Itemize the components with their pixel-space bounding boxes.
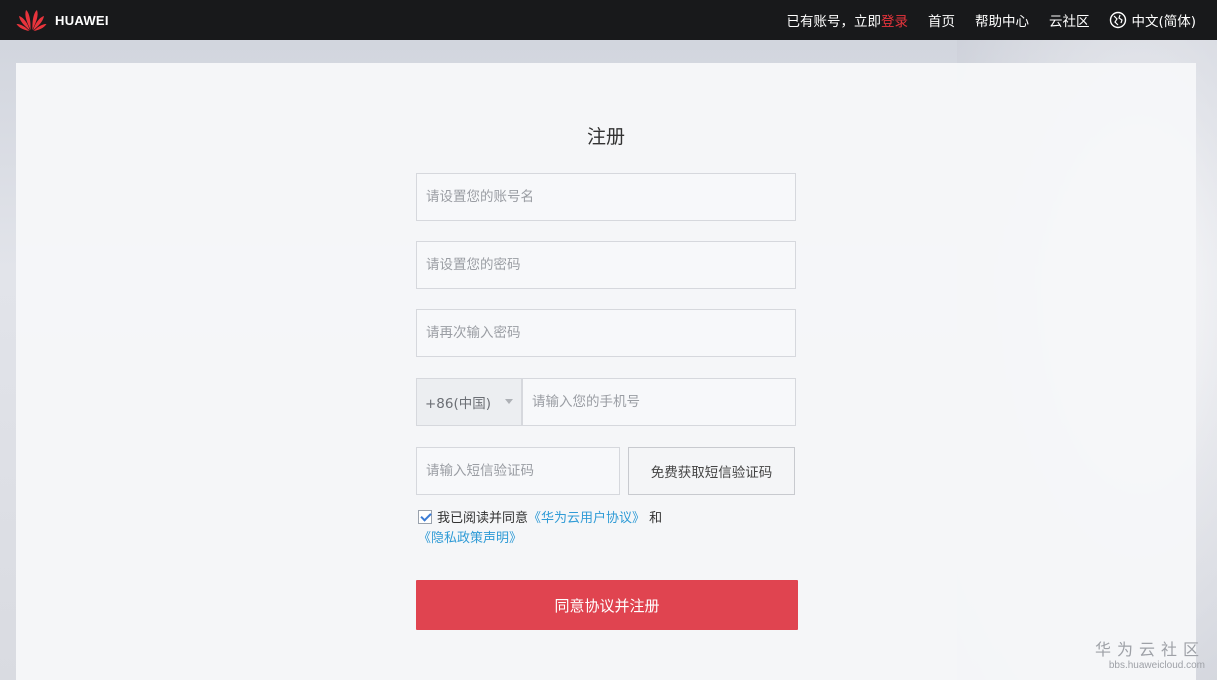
password-input[interactable] — [426, 257, 795, 273]
language-selector[interactable]: 中文(简体) — [1109, 10, 1196, 30]
get-sms-code-button[interactable]: 免费获取短信验证码 — [628, 447, 795, 495]
globe-icon — [1110, 11, 1127, 29]
account-name-input[interactable] — [426, 189, 795, 205]
account-name-field[interactable] — [416, 173, 796, 221]
agree-text: 我已阅读并同意 — [437, 511, 529, 526]
watermark-url: bbs.huaweicloud.com — [1108, 660, 1205, 671]
phone-input[interactable] — [532, 394, 795, 410]
huawei-logo-icon — [16, 10, 47, 31]
dropdown-caret-icon — [505, 399, 513, 404]
agree-and-text: 和 — [649, 511, 663, 526]
country-code-select[interactable]: +86(中国) — [416, 378, 522, 426]
language-label: 中文(简体) — [1131, 14, 1196, 30]
agree-checkbox[interactable] — [418, 510, 432, 524]
country-code-value: +86(中国) — [425, 396, 492, 412]
login-prompt-text: 已有账号，立即 — [786, 14, 881, 30]
brand-logo[interactable]: HUAWEI — [16, 8, 109, 32]
privacy-policy-link[interactable]: 《隐私政策声明》 — [418, 531, 522, 546]
phone-field[interactable] — [522, 378, 796, 426]
agreement-row: 我已阅读并同意《华为云用户协议》 和 《隐私政策声明》 — [418, 509, 818, 549]
top-nav-links: 已有账号，立即登录 首页 帮助中心 云社区 中文(简体) — [786, 10, 1196, 30]
register-card: 注册 +86(中国) 免费获取短信验证码 我已阅读并同意《华为云用户协议》 和 … — [16, 63, 1196, 680]
login-link[interactable]: 登录 — [881, 14, 908, 30]
sms-code-field[interactable] — [416, 447, 620, 495]
user-agreement-link[interactable]: 《华为云用户协议》 — [528, 511, 645, 526]
nav-item-home[interactable]: 首页 — [928, 10, 955, 30]
confirm-password-field[interactable] — [416, 309, 796, 357]
watermark-title: 华为云社区 — [1094, 640, 1205, 659]
agree-and-register-button[interactable]: 同意协议并注册 — [416, 580, 798, 630]
nav-item-help-center[interactable]: 帮助中心 — [975, 10, 1029, 30]
confirm-password-input[interactable] — [426, 325, 795, 341]
sms-code-input[interactable] — [426, 463, 619, 479]
login-prompt: 已有账号，立即登录 — [786, 10, 908, 30]
password-field[interactable] — [416, 241, 796, 289]
brand-name: HUAWEI — [55, 12, 109, 28]
watermark: 华为云社区 bbs.huaweicloud.com — [1095, 636, 1205, 671]
top-navigation-bar: HUAWEI 已有账号，立即登录 首页 帮助中心 云社区 中文(简体) — [0, 0, 1217, 40]
page-title: 注册 — [586, 126, 625, 148]
nav-item-cloud-community[interactable]: 云社区 — [1049, 10, 1090, 30]
